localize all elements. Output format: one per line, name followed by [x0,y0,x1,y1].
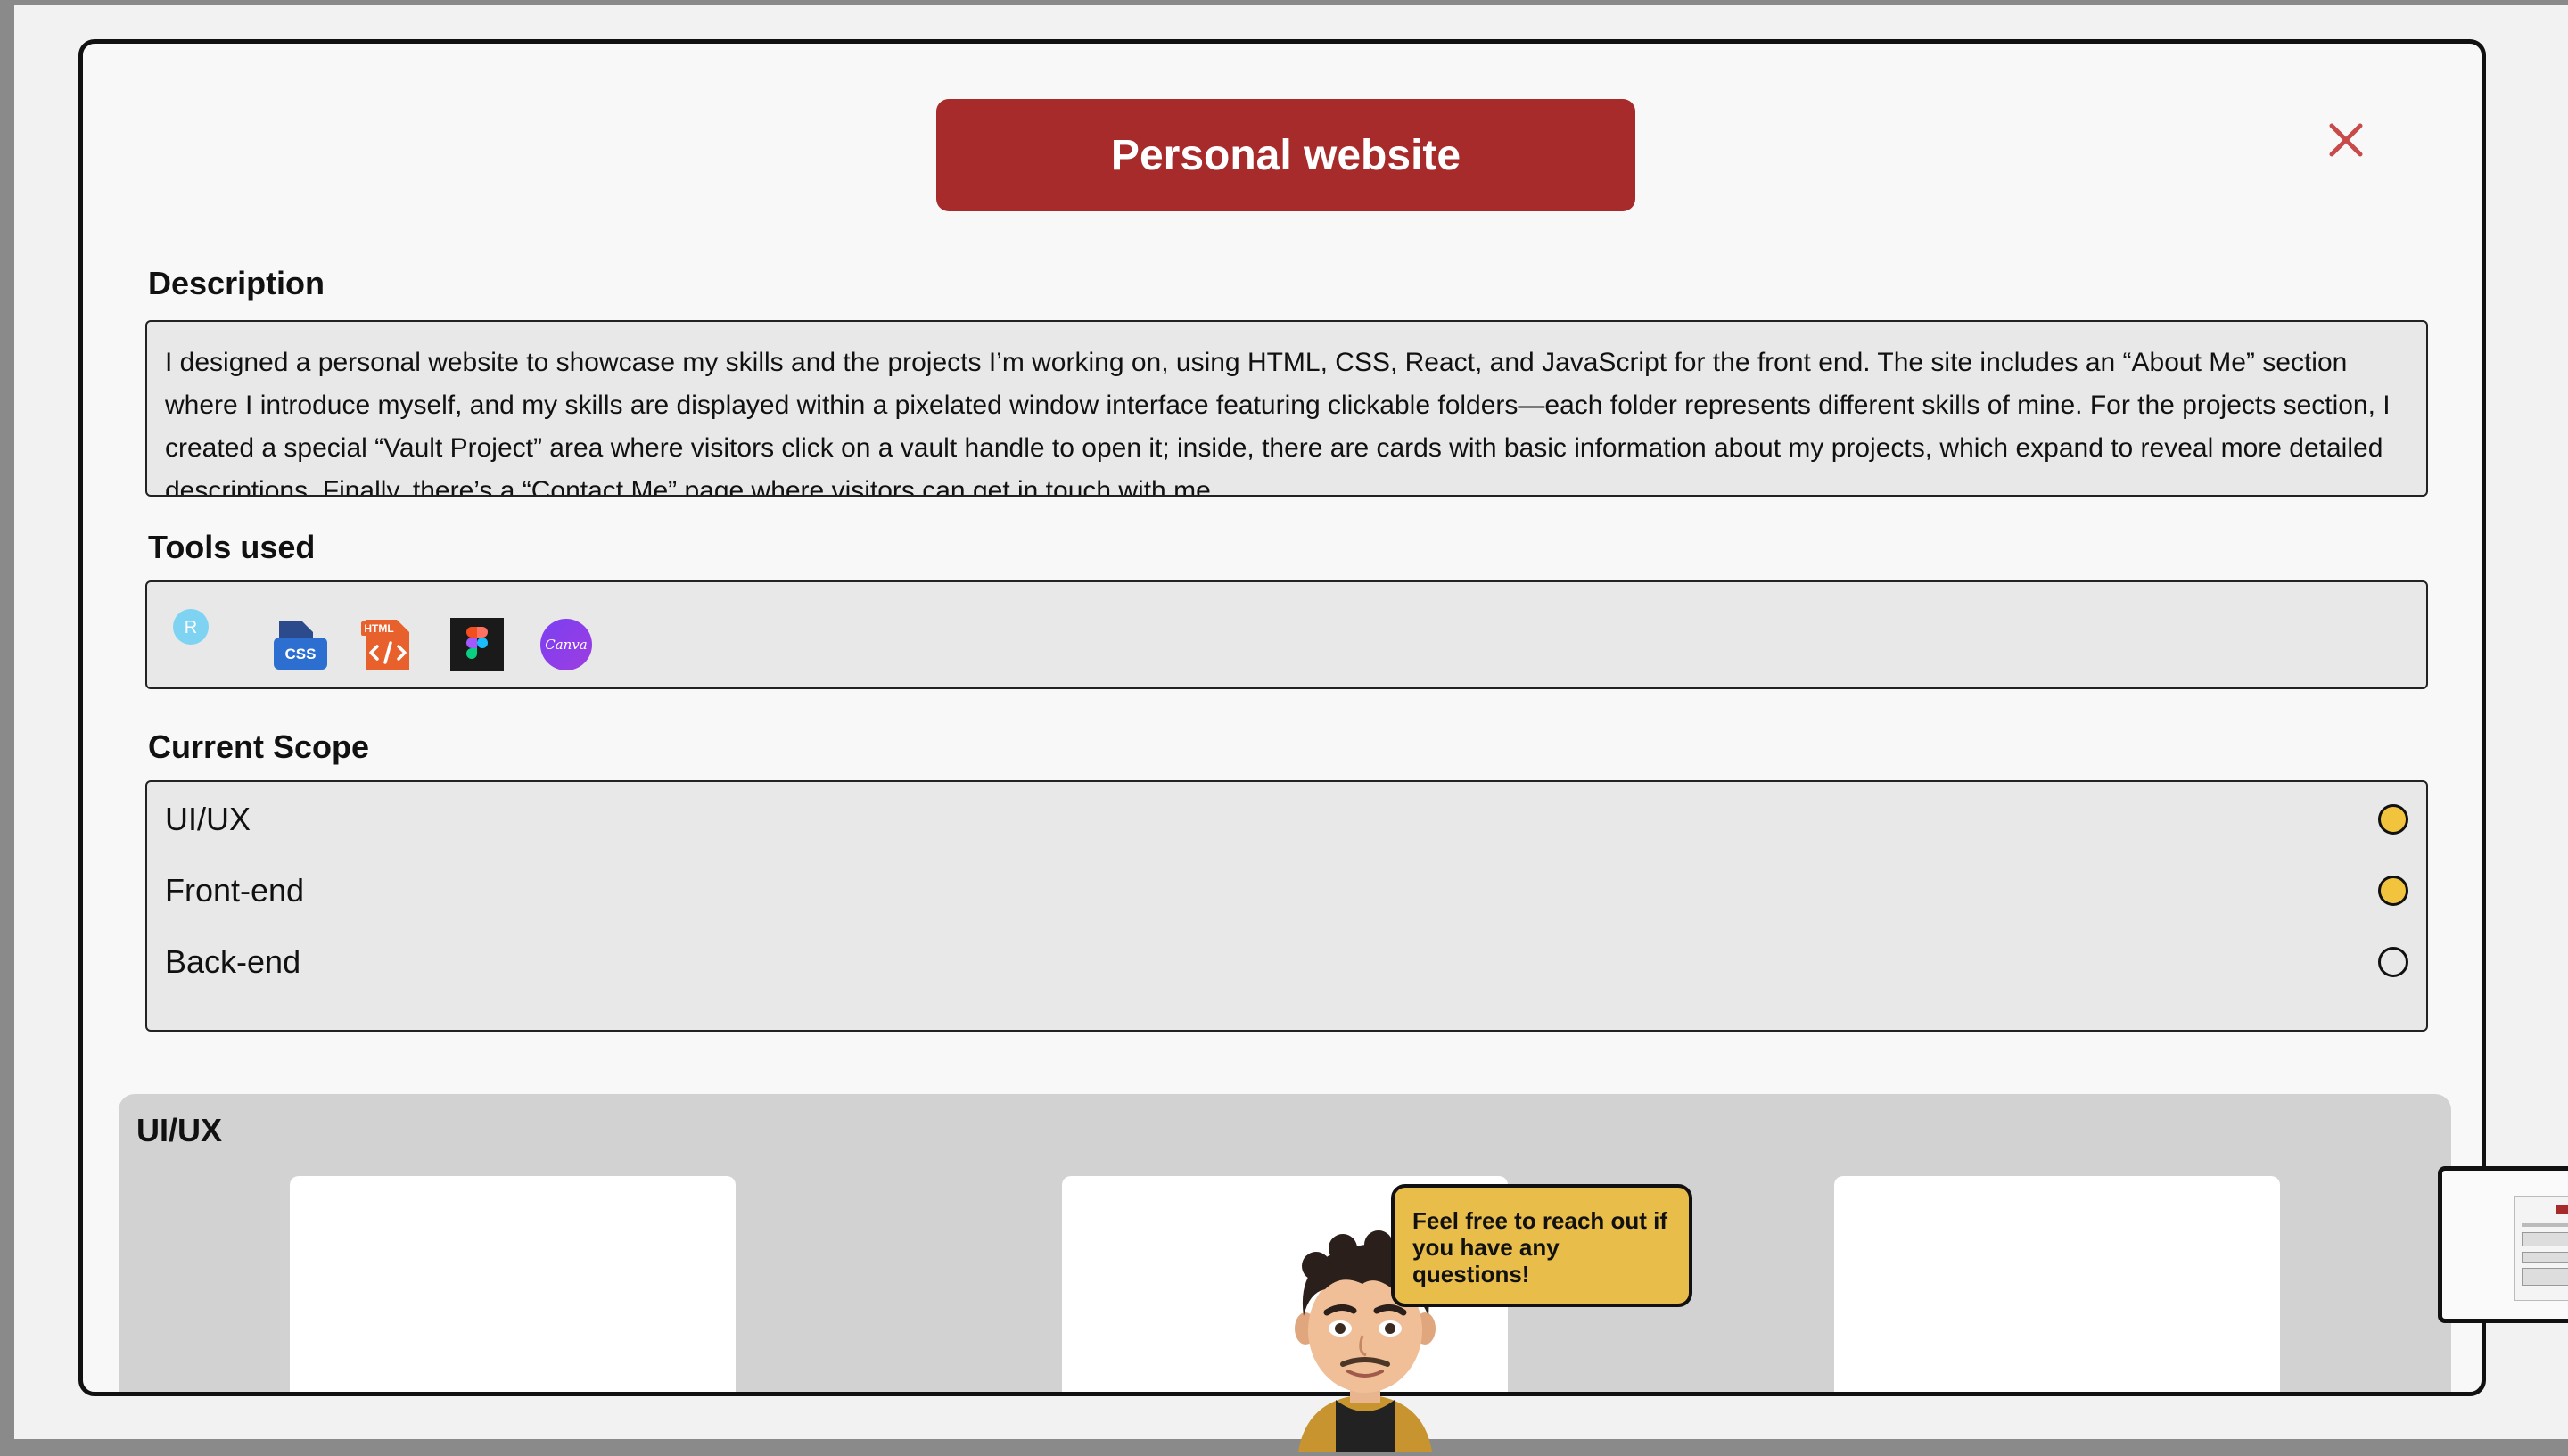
canva-icon: Canva [539,618,593,671]
tools-label: Tools used [148,529,316,565]
scope-indicator-front-end[interactable] [2378,876,2408,906]
scope-box: UI/UX Front-end Back-end [145,780,2428,1032]
scope-item-label: Back-end [165,943,301,980]
scope-item-label: Front-end [165,872,305,909]
description-text: I designed a personal website to showcas… [165,348,2391,497]
scope-indicator-back-end[interactable] [2378,947,2408,977]
uiux-card-1[interactable] [290,1176,736,1392]
uiux-section-title: UI/UX [136,1112,223,1148]
window-thumbnail[interactable] [2438,1166,2568,1323]
description-box[interactable]: I designed a personal website to showcas… [145,320,2428,497]
thumbnail-preview [2514,1196,2568,1301]
chat-bubble[interactable]: Feel free to reach out if you have any q… [1391,1184,1692,1307]
figma-icon [450,618,504,671]
scope-item-label: UI/UX [165,801,251,837]
svg-text:CSS: CSS [285,646,317,662]
scope-label: Current Scope [148,728,370,765]
tools-box: R CSS HTML Canva [145,580,2428,689]
svg-text:HTML: HTML [364,622,393,635]
react-icon: R [173,609,209,645]
css-icon: CSS [272,618,329,671]
scope-item-back-end: Back-end [165,935,2408,989]
uiux-card-3[interactable] [1834,1176,2280,1392]
project-title-button[interactable]: Personal website [936,99,1635,211]
close-icon [2329,123,2363,157]
description-label: Description [148,265,325,301]
project-modal: Personal website Description I designed … [78,39,2486,1396]
svg-text:R: R [185,618,197,638]
scope-indicator-uiux[interactable] [2378,804,2408,835]
scope-item-uiux: UI/UX [165,793,2408,846]
chat-bubble-text: Feel free to reach out if you have any q… [1412,1207,1668,1287]
scope-item-front-end: Front-end [165,864,2408,917]
svg-text:Canva: Canva [545,637,588,653]
html-icon: HTML [361,618,415,671]
close-button[interactable] [2321,115,2371,165]
